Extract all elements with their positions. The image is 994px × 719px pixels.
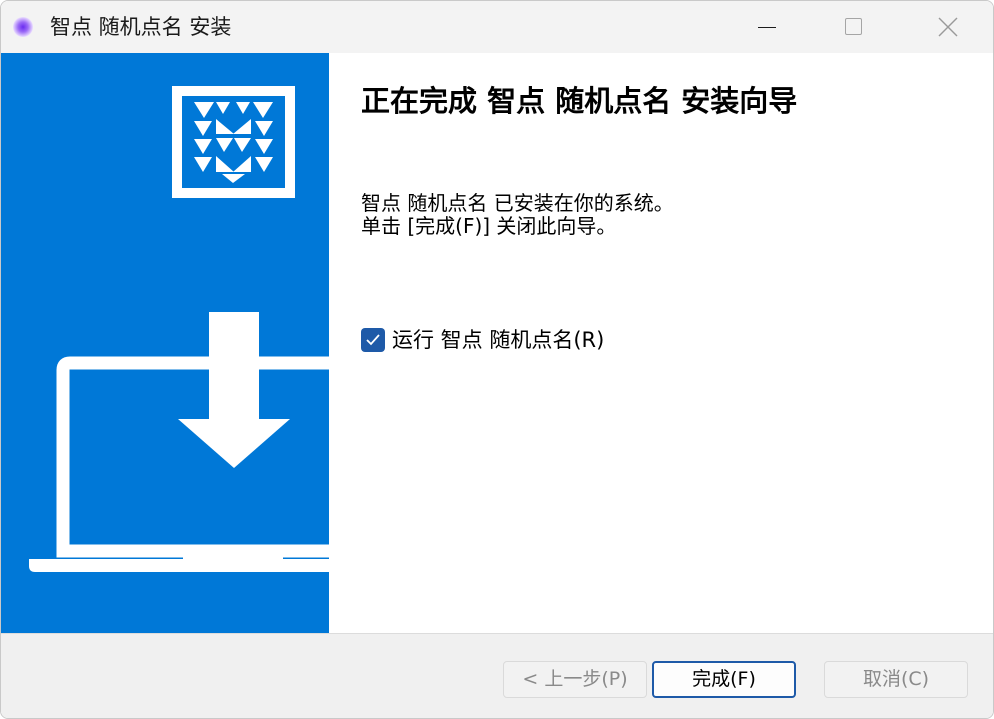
finish-instruction-text: 单击 [完成(F)] 关闭此向导。 bbox=[361, 214, 617, 238]
close-icon bbox=[938, 17, 958, 37]
app-icon bbox=[13, 17, 33, 37]
wizard-footer: < 上一步(P) 完成(F) 取消(C) bbox=[1, 633, 993, 718]
close-button[interactable] bbox=[901, 1, 993, 53]
finish-button[interactable]: 完成(F) bbox=[652, 661, 796, 698]
run-app-checkbox[interactable] bbox=[361, 328, 385, 352]
wizard-heading: 正在完成 智点 随机点名 安装向导 bbox=[361, 84, 798, 118]
laptop-download-icon bbox=[29, 312, 329, 572]
run-app-label[interactable]: 运行 智点 随机点名(R) bbox=[392, 327, 604, 353]
window-title: 智点 随机点名 安装 bbox=[50, 15, 232, 39]
title-bar: 智点 随机点名 安装 bbox=[1, 1, 993, 53]
back-button[interactable]: < 上一步(P) bbox=[503, 661, 647, 698]
checkmark-icon bbox=[366, 334, 380, 346]
minimize-button[interactable] bbox=[717, 1, 811, 53]
install-complete-text: 智点 随机点名 已安装在你的系统。 bbox=[361, 191, 674, 215]
installer-window: 智点 随机点名 安装 正在完成 智点 随机点名 安装向导 智点 随机点名 已安装… bbox=[0, 0, 994, 719]
maximize-button[interactable] bbox=[807, 1, 901, 53]
wizard-sidebar bbox=[1, 53, 329, 633]
cancel-button[interactable]: 取消(C) bbox=[824, 661, 968, 698]
